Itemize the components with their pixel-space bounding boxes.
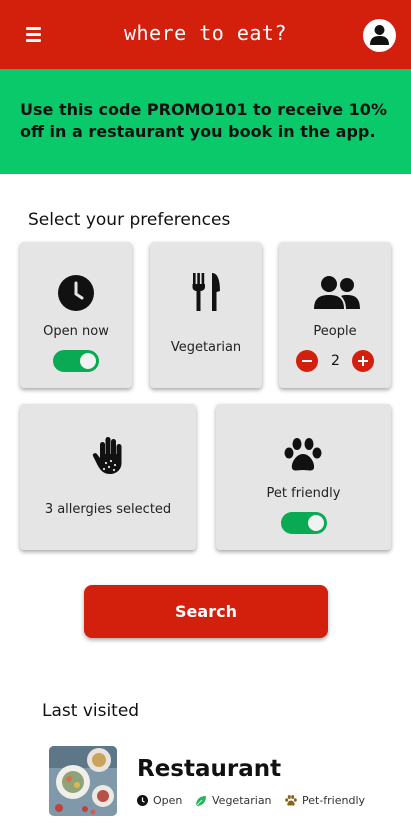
open-now-toggle[interactable] [53, 350, 99, 372]
restaurant-thumbnail [49, 746, 117, 816]
last-visited-title: Last visited [42, 701, 140, 721]
promo-banner: Use this code PROMO101 to receive 10% of… [0, 69, 411, 174]
search-button[interactable]: Search [84, 585, 328, 638]
toggle-knob [80, 353, 96, 369]
clock-icon [137, 795, 148, 806]
minus-icon[interactable] [296, 350, 318, 372]
people-card[interactable]: People 2 [279, 242, 391, 388]
app-header: where to eat? [0, 0, 411, 69]
pet-friendly-toggle[interactable] [281, 512, 327, 534]
profile-button[interactable] [363, 19, 396, 52]
preferences-title: Select your preferences [28, 210, 231, 230]
people-icon [314, 276, 360, 309]
paw-icon [285, 795, 297, 806]
user-avatar-icon [370, 25, 389, 45]
vegetarian-label: Vegetarian [170, 340, 242, 355]
open-now-card[interactable]: Open now [20, 242, 132, 388]
promo-text: Use this code PROMO101 to receive 10% of… [20, 100, 387, 141]
paw-icon [284, 438, 322, 471]
restaurant-name: Restaurant [137, 756, 282, 782]
tag-label: Vegetarian [212, 794, 272, 807]
tag-label: Open [153, 794, 183, 807]
allergies-label: 3 allergies selected [44, 502, 172, 517]
open-now-label: Open now [43, 324, 109, 339]
clock-icon [58, 275, 94, 311]
vegetarian-card[interactable]: Vegetarian [150, 242, 262, 388]
app-title: where to eat? [123, 21, 288, 45]
hand-icon [92, 437, 122, 474]
people-label: People [313, 324, 357, 339]
tag-label: Pet-friendly [302, 794, 366, 807]
restaurant-list-item[interactable]: Restaurant Open Vegetarian Pet-friendly [49, 746, 389, 816]
pet-friendly-label: Pet friendly [266, 486, 341, 501]
plus-icon[interactable] [352, 350, 374, 372]
leaf-icon [195, 796, 206, 807]
toggle-knob [308, 515, 324, 531]
people-count: 2 [331, 353, 340, 369]
pet-friendly-card[interactable]: Pet friendly [216, 404, 391, 550]
allergies-card[interactable]: 3 allergies selected [20, 404, 196, 550]
fork-knife-icon [192, 273, 220, 311]
